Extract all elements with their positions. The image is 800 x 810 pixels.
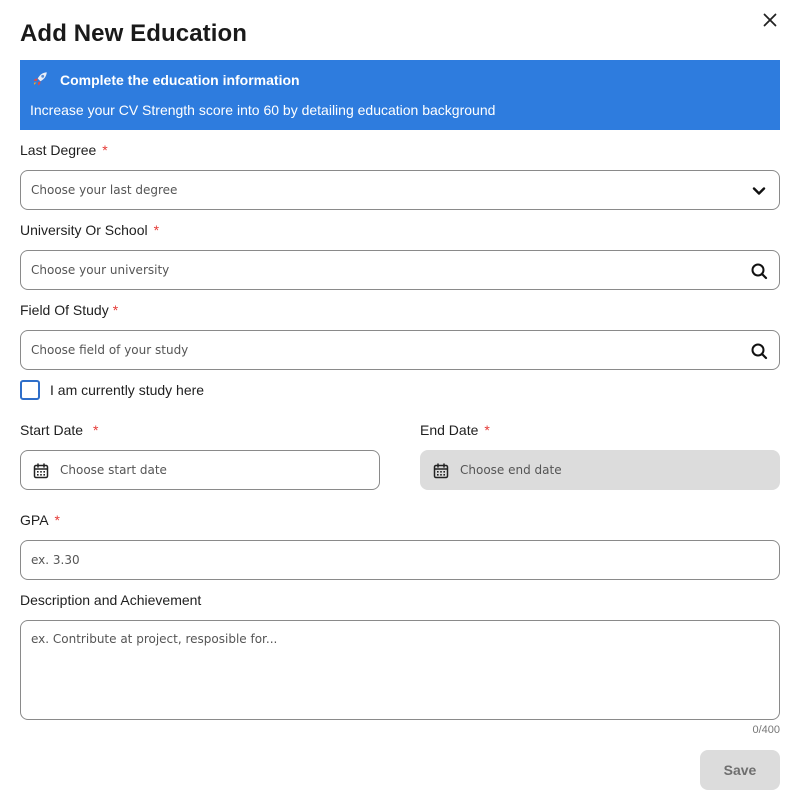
gpa-input[interactable] [21,541,779,579]
banner-title: Complete the education information [60,72,300,88]
close-icon [763,13,777,27]
banner-text: Increase your CV Strength score into 60 … [30,102,496,118]
description-field[interactable] [20,620,780,720]
search-icon [751,343,768,360]
save-button[interactable]: Save [700,750,780,790]
field-of-study-label: Field Of Study * [20,302,119,318]
info-banner: Complete the education information Incre… [20,60,780,130]
chevron-down-icon [752,187,766,195]
gpa-field[interactable] [20,540,780,580]
last-degree-select[interactable] [20,170,780,210]
end-date-field[interactable] [420,450,780,490]
currently-study-label: I am currently study here [50,382,205,398]
calendar-icon [433,463,449,479]
description-textarea[interactable] [21,621,779,719]
end-date-label: End Date * [420,422,490,438]
search-icon [751,263,768,280]
close-button[interactable] [760,10,780,30]
required-marker: * [153,222,160,238]
university-field[interactable] [20,250,780,290]
last-degree-label: Last Degree * [20,142,108,158]
required-marker: * [54,512,60,528]
field-of-study-field[interactable] [20,330,780,370]
start-date-input[interactable] [21,451,379,489]
last-degree-input[interactable] [21,171,779,209]
end-date-input[interactable] [421,451,779,489]
dialog-title: Add New Education [20,20,248,47]
field-of-study-input[interactable] [21,331,779,369]
university-input[interactable] [21,251,779,289]
currently-study-checkbox[interactable] [20,380,40,400]
rocket-icon [33,72,47,86]
university-label: University Or School * [20,222,160,238]
required-marker: * [484,422,490,438]
calendar-icon [33,463,49,479]
gpa-label: GPA * [20,512,60,528]
start-date-field[interactable] [20,450,380,490]
start-date-label: Start Date * [20,422,99,438]
character-counter: 0/400 [752,724,780,736]
required-marker: * [93,422,99,438]
required-marker: * [112,302,119,318]
required-marker: * [102,142,108,158]
description-label: Description and Achievement [20,592,202,608]
